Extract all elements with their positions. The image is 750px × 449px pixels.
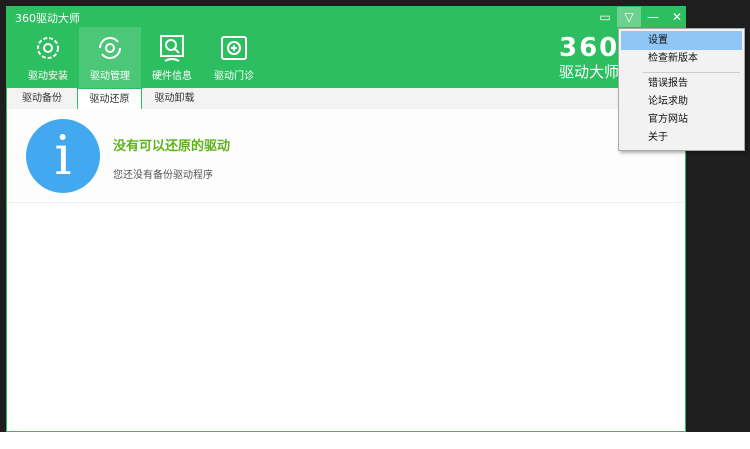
- gear-icon: [37, 37, 59, 59]
- clinic-icon: [221, 36, 247, 60]
- app-window: 360驱动大师 ▭ ▽ — ✕ 驱动安装 驱动管理 硬件信息 驱动门诊 360 驱…: [6, 6, 686, 432]
- feedback-icon[interactable]: ▭: [593, 7, 617, 27]
- toolbar-driver-manage[interactable]: 驱动管理: [79, 27, 141, 88]
- empty-subtitle: 您还没有备份驱动程序: [113, 170, 213, 181]
- menu-item-about[interactable]: 关于: [621, 128, 742, 147]
- tab-driver-uninstall[interactable]: 驱动卸载: [142, 88, 207, 109]
- dropdown-menu: 设置 检查新版本 错误报告 论坛求助 官方网站 关于: [618, 28, 745, 151]
- subtabs: 驱动备份 驱动还原 驱动卸载: [7, 88, 685, 110]
- toolbar-hardware-info[interactable]: 硬件信息: [141, 27, 203, 88]
- empty-title: 没有可以还原的驱动: [113, 139, 231, 154]
- menu-divider: [643, 72, 740, 73]
- tab-driver-backup[interactable]: 驱动备份: [7, 88, 77, 109]
- menu-dropdown-icon[interactable]: ▽: [617, 7, 641, 27]
- toolbar-label: 驱动门诊: [214, 71, 254, 82]
- window-title: 360驱动大师: [15, 12, 80, 25]
- toolbar-driver-clinic[interactable]: 驱动门诊: [203, 27, 265, 88]
- header: 360驱动大师 ▭ ▽ — ✕ 驱动安装 驱动管理 硬件信息 驱动门诊 360 驱…: [7, 7, 685, 88]
- menu-item-forum[interactable]: 论坛求助: [621, 92, 742, 111]
- toolbar-label: 驱动管理: [90, 71, 130, 82]
- tab-driver-restore[interactable]: 驱动还原: [77, 88, 142, 110]
- brand-logo: 360 驱动大师: [559, 33, 620, 81]
- toolbar-driver-install[interactable]: 驱动安装: [17, 27, 79, 88]
- close-icon[interactable]: ✕: [665, 7, 689, 27]
- refresh-icon: [99, 37, 121, 59]
- menu-item-check-update[interactable]: 检查新版本: [621, 49, 742, 68]
- menu-item-settings[interactable]: 设置: [621, 31, 742, 50]
- empty-state: i 没有可以还原的驱动 您还没有备份驱动程序: [7, 109, 685, 203]
- minimize-icon[interactable]: —: [641, 7, 665, 27]
- toolbar-label: 驱动安装: [28, 71, 68, 82]
- info-icon: i: [26, 119, 100, 193]
- monitor-search-icon: [160, 35, 184, 62]
- menu-item-error-report[interactable]: 错误报告: [621, 74, 742, 93]
- toolbar-label: 硬件信息: [152, 71, 192, 82]
- menu-item-website[interactable]: 官方网站: [621, 110, 742, 129]
